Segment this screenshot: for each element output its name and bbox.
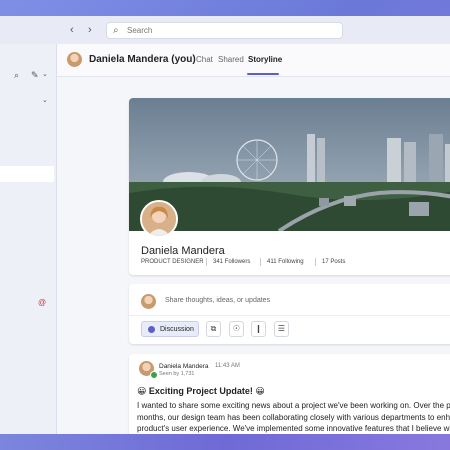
profile-card: Daniela Mandera PRODUCT DESIGNER 341 Fol…: [129, 98, 450, 275]
tab-storyline[interactable]: Storyline: [248, 55, 282, 64]
posts-count[interactable]: 17 Posts: [322, 259, 345, 265]
presence-icon: [150, 371, 158, 379]
chart-icon[interactable]: ❙: [251, 321, 266, 337]
divider: [129, 315, 450, 316]
post-card: Daniela Mandera 11:43 AM Seen by 1,731 😀…: [129, 354, 450, 434]
search-input[interactable]: ⌕ Search: [106, 22, 343, 39]
avatar: [141, 294, 156, 309]
page-title: Daniela Mandera (you): [89, 54, 196, 65]
back-arrow-icon[interactable]: ‹: [70, 24, 74, 36]
search-icon[interactable]: ⌕: [14, 70, 19, 81]
desktop-background: [0, 434, 450, 450]
chevron-down-icon[interactable]: ⌄: [42, 70, 48, 78]
followers-count[interactable]: 341 Followers: [213, 259, 250, 265]
profile-title: PRODUCT DESIGNER: [141, 259, 204, 265]
search-placeholder: Search: [127, 26, 153, 35]
post-title: 😀 Exciting Project Update! 😀: [137, 386, 265, 396]
divider: [206, 258, 207, 266]
following-count[interactable]: 411 Following: [267, 259, 304, 265]
discussion-icon: [148, 326, 155, 333]
active-tab-indicator: [247, 73, 279, 75]
title-bar: ‹ › ⌕ Search: [0, 16, 450, 44]
discussion-label: Discussion: [160, 326, 194, 333]
chat-header: Daniela Mandera (you) Chat Shared Storyl…: [57, 44, 450, 77]
idea-icon[interactable]: ☉: [229, 321, 244, 337]
profile-name: Daniela Mandera: [141, 245, 225, 257]
mention-icon: @: [38, 298, 47, 307]
search-icon: ⌕: [113, 25, 119, 36]
avatar[interactable]: [67, 52, 82, 67]
composer-input[interactable]: Share thoughts, ideas, or updates: [165, 297, 270, 304]
cover-image: [129, 98, 450, 231]
post-body: I wanted to share some exciting news abo…: [137, 401, 450, 433]
post-timestamp: 11:43 AM: [215, 363, 240, 369]
tab-shared[interactable]: Shared: [218, 55, 244, 64]
main-pane: Daniela Mandera (you) Chat Shared Storyl…: [57, 44, 450, 434]
forward-arrow-icon[interactable]: ›: [88, 24, 92, 36]
copy-icon[interactable]: ⧉: [206, 321, 221, 337]
composer-card: Share thoughts, ideas, or updates Discus…: [129, 284, 450, 344]
discussion-button[interactable]: Discussion: [141, 321, 199, 337]
chevron-down-icon[interactable]: ⌄: [42, 96, 48, 104]
tab-chat[interactable]: Chat: [196, 55, 213, 64]
compose-icon[interactable]: ✎: [31, 70, 39, 81]
document-icon[interactable]: ☰: [274, 321, 289, 337]
divider: [315, 258, 316, 266]
app-window: ‹ › ⌕ Search ⌕ ✎ ⌄ ⌄ @ Daniela Mandera (…: [0, 16, 450, 434]
avatar[interactable]: [140, 200, 178, 238]
post-author[interactable]: Daniela Mandera: [159, 363, 209, 370]
post-seen-count: Seen by 1,731: [159, 371, 195, 377]
divider: [260, 258, 261, 266]
selected-chat-item[interactable]: [0, 166, 54, 182]
left-pane: ⌕ ✎ ⌄ ⌄ @: [0, 44, 57, 434]
